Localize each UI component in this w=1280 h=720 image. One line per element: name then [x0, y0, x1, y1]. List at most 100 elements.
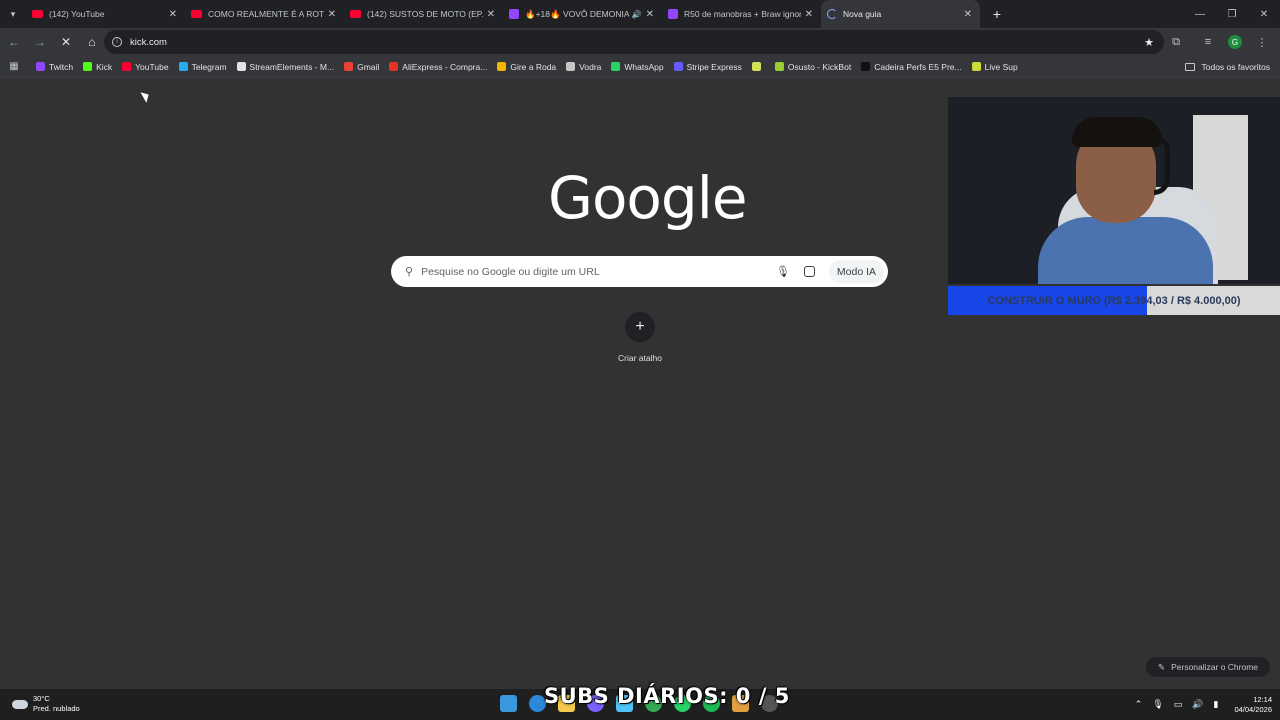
ai-mode-button[interactable]: Modo IA	[828, 260, 884, 283]
windows-start-icon[interactable]	[500, 695, 517, 712]
bookmark-label: StreamElements - M...	[249, 61, 335, 72]
bookmark-item[interactable]: Stripe Express	[673, 61, 742, 72]
apps-grid-icon[interactable]: ▦	[6, 59, 22, 75]
donation-goal-text: CONSTRUIR O MURO (R$ 2.394,03 / R$ 4.000…	[987, 294, 1241, 307]
ai-mode-label: Modo IA	[836, 265, 876, 278]
loading-icon	[827, 9, 837, 19]
extensions-icon[interactable]: ⧉	[1164, 36, 1188, 49]
bookmark-label: Stripe Express	[686, 61, 742, 72]
system-tray: ⌃ 🎙 ▭ 🔊 ▮ 12:14 04/04/2026	[1135, 689, 1272, 720]
browser-tab[interactable]: 🔥+18🔥 VOVÔ DEMONIA 🔊 ✕	[503, 0, 662, 28]
microphone-tray-icon[interactable]: 🎙	[1152, 699, 1163, 710]
bookmark-item[interactable]: Live Sup	[971, 61, 1018, 72]
search-placeholder[interactable]: Pesquise no Google ou digite um URL	[421, 266, 776, 278]
bookmark-item[interactable]: YouTube	[122, 62, 169, 72]
home-button[interactable]: ⌂	[80, 30, 104, 54]
bookmark-item[interactable]: Telegram	[178, 62, 227, 72]
close-tab-icon[interactable]: ✕	[487, 9, 495, 20]
microphone-icon[interactable]: 🎙	[776, 265, 790, 278]
tab-search-chevron-icon[interactable]: ▾	[0, 0, 26, 28]
tab-title: 🔥+18🔥 VOVÔ DEMONIA	[525, 8, 629, 19]
add-shortcut-button[interactable]: +	[625, 312, 655, 342]
bookmark-item[interactable]: Twitch	[36, 62, 73, 72]
restore-button[interactable]: ❐	[1216, 0, 1248, 28]
browser-tab[interactable]: (142) YouTube ✕	[26, 0, 185, 28]
close-tab-icon[interactable]: ✕	[964, 9, 972, 20]
headphones-icon	[1154, 135, 1170, 195]
address-bar-url: kick.com	[130, 36, 167, 48]
close-tab-icon[interactable]: ✕	[646, 9, 654, 20]
google-lens-icon[interactable]	[803, 266, 815, 277]
tab-audio-icon[interactable]: 🔊	[632, 10, 642, 19]
browser-tab[interactable]: (142) SUSTOS DE MOTO (EP. 25 ✕	[344, 0, 503, 28]
tray-chevron-icon[interactable]: ⌃	[1135, 699, 1143, 710]
pencil-icon: ✎	[1157, 661, 1166, 672]
clock-time: 12:14	[1253, 694, 1272, 704]
bookmark-favicon-icon	[751, 62, 761, 71]
customize-chrome-label: Personalizar o Chrome	[1171, 662, 1259, 672]
minimize-button[interactable]: —	[1184, 0, 1216, 28]
bookmark-label: Osusto - KickBot	[787, 61, 852, 72]
all-bookmarks-label: Todos os favoritos	[1201, 62, 1270, 72]
stop-loading-button[interactable]: ✕	[54, 30, 78, 54]
bookmark-item[interactable]: Gire a Roda	[497, 62, 556, 72]
google-logo: Google	[548, 164, 748, 232]
weather-widget[interactable]: 30°C Pred. nublado	[12, 694, 80, 714]
bookmark-favicon-icon	[611, 62, 621, 71]
clock-date: 04/04/2026	[1234, 704, 1272, 714]
search-box[interactable]: ⚲ Pesquise no Google ou digite um URL 🎙 …	[391, 256, 888, 287]
bookmark-item[interactable]: WhatsApp	[611, 62, 664, 72]
all-bookmarks-button[interactable]: Todos os favoritos	[1185, 56, 1270, 78]
site-info-icon[interactable]: i	[112, 37, 122, 47]
twitch-icon	[668, 9, 678, 19]
clock[interactable]: 12:14 04/04/2026	[1234, 695, 1272, 715]
close-tab-icon[interactable]: ✕	[169, 9, 177, 20]
close-window-button[interactable]: ✕	[1248, 0, 1280, 28]
chrome-menu-icon[interactable]: ⋮	[1250, 36, 1274, 49]
subs-counter-overlay: SUBS DIÁRIOS: 0 / 5	[544, 684, 790, 708]
close-tab-icon[interactable]: ✕	[328, 9, 336, 20]
bookmark-favicon-icon	[389, 62, 399, 71]
bookmark-item[interactable]: AliExpress - Compra...	[389, 62, 487, 72]
network-icon[interactable]: ▭	[1174, 699, 1183, 710]
forward-button[interactable]: →	[28, 30, 52, 54]
bookmark-label: Live Sup	[984, 61, 1018, 72]
bookmark-favicon-icon	[566, 62, 576, 71]
bookmark-item[interactable]: Vodra	[566, 62, 601, 72]
close-tab-icon[interactable]: ✕	[805, 9, 813, 20]
new-tab-button[interactable]: +	[986, 3, 1008, 25]
bookmark-item[interactable]: StreamElements - M...	[236, 61, 335, 72]
bookmark-item[interactable]: Osusto - KickBot	[774, 61, 852, 72]
add-shortcut-label[interactable]: Criar atalho	[600, 353, 680, 363]
profile-avatar[interactable]: G	[1228, 35, 1242, 49]
bookmark-item[interactable]: Cadeira Perfs E5 Pre...	[861, 62, 962, 72]
bookmark-item[interactable]: Kick	[83, 62, 112, 72]
bookmark-favicon-icon	[774, 62, 784, 71]
address-bar[interactable]: i kick.com ★	[104, 30, 1164, 54]
customize-chrome-button[interactable]: ✎ Personalizar o Chrome	[1146, 657, 1270, 677]
tab-title: R50 de manobras + Braw ignor	[684, 9, 801, 19]
bookmark-favicon-icon	[344, 62, 354, 71]
bookmark-star-icon[interactable]: ★	[1144, 36, 1154, 49]
tab-title: Nova guia	[843, 9, 882, 19]
bookmark-label: Gmail	[357, 61, 380, 72]
bookmark-favicon-icon	[861, 62, 871, 71]
tab-title: (142) SUSTOS DE MOTO (EP. 25	[367, 9, 483, 19]
back-button[interactable]: ←	[2, 30, 26, 54]
bookmark-item[interactable]	[751, 62, 765, 71]
browser-tab[interactable]: R50 de manobras + Braw ignor ✕	[662, 0, 821, 28]
bookmark-favicon-icon	[236, 62, 246, 71]
weather-temp: 30°C	[33, 694, 50, 703]
browser-tab[interactable]: COMO REALMENTE É A ROTINA ✕	[185, 0, 344, 28]
bookmark-item[interactable]: Gmail	[344, 62, 379, 72]
media-controls-icon[interactable]: ≡	[1196, 36, 1220, 48]
youtube-icon	[32, 10, 43, 18]
bookmark-favicon-icon	[178, 62, 188, 71]
youtube-icon	[350, 10, 361, 18]
volume-icon[interactable]: 🔊	[1192, 699, 1203, 710]
browser-tab[interactable]: Nova guia ✕	[821, 0, 980, 28]
battery-icon[interactable]: ▮	[1214, 699, 1219, 710]
browser-toolbar: ← → ✕ ⌂ i kick.com ★ ⧉ ≡ G ⋮	[0, 28, 1280, 56]
weather-desc: Pred. nublado	[33, 704, 80, 713]
bookmark-label: AliExpress - Compra...	[402, 61, 488, 72]
